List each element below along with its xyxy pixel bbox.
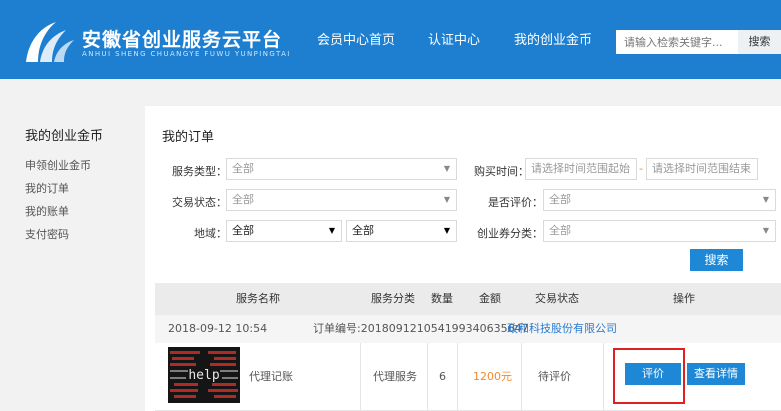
order-company-link[interactable]: 政和科技股份有限公司 [507,315,617,343]
brand-title: 安徽省创业服务云平台 [82,29,283,51]
buy-time-end-input[interactable]: 请选择时间范围结束 [646,158,758,180]
chevron-down-icon: ▼ [328,226,335,235]
col-amount: 金额 [479,292,501,305]
region-province-select[interactable]: 全部 ▼ [226,220,342,242]
col-trade-status: 交易状态 [535,292,579,305]
voucher-category-value: 全部 [549,224,571,237]
search-button[interactable]: 搜索 [738,30,781,54]
help-image-icon: help [168,347,240,403]
buy-time-label: 购买时间： [474,165,529,178]
order-number: 订单编号:201809121054199340635647 [313,322,529,335]
page-title: 我的订单 [162,130,215,145]
column-divider [427,343,428,411]
sidebar-title: 我的创业金币 [25,129,104,144]
column-divider [360,343,361,411]
evaluated-value: 全部 [549,193,571,206]
evaluate-highlight-box [613,348,685,404]
voucher-category-select[interactable]: 全部 ▼ [543,220,776,242]
buy-time-start-input[interactable]: 请选择时间范围起始 [525,158,637,180]
region-city-select[interactable]: 全部 ▼ [346,220,457,242]
column-divider [603,343,604,411]
col-service-name: 服务名称 [236,292,280,305]
sidebar-item-pay-password[interactable]: 支付密码 [25,226,69,242]
trade-status: 待评价 [538,370,571,383]
nav-my-coins[interactable]: 我的创业金币 [514,0,592,79]
service-quantity: 6 [439,370,446,383]
thumbnail-help-text: help [188,368,219,383]
table-header: 服务名称 服务分类 数量 金额 交易状态 操作 [155,283,781,315]
column-divider [521,343,522,411]
date-range-separator: - [639,162,643,175]
view-details-button[interactable]: 查看详情 [687,363,745,385]
trade-status-value: 全部 [232,193,254,206]
trade-status-select[interactable]: 全部 ▼ [226,189,457,211]
region-label: 地域： [194,227,227,240]
region-province-value: 全部 [232,224,254,237]
table-row: help 代理记账 代理服务 6 1200元 待评价 评价 查看详情 [155,343,781,411]
order-info-row: 2018-09-12 10:54 订单编号:201809121054199340… [155,315,781,343]
column-divider [457,343,458,411]
nav-certification[interactable]: 认证中心 [428,0,480,79]
brand-logo-icon [26,22,74,62]
order-date: 2018-09-12 10:54 [168,322,268,335]
col-quantity: 数量 [431,292,453,305]
chevron-down-icon: ▼ [443,226,450,235]
sidebar-item-claim-coins[interactable]: 申领创业金币 [25,157,91,173]
service-type-label: 服务类型： [172,165,227,178]
service-type-value: 全部 [232,162,254,175]
col-service-category: 服务分类 [371,292,415,305]
chevron-down-icon: ▼ [762,226,769,235]
region-city-value: 全部 [352,224,374,237]
col-actions: 操作 [673,292,695,305]
service-thumbnail: help [168,347,240,403]
chevron-down-icon: ▼ [443,164,450,173]
voucher-category-label: 创业券分类： [477,227,543,240]
service-amount: 1200元 [473,370,512,383]
service-category: 代理服务 [373,370,417,383]
sidebar-item-my-bills[interactable]: 我的账单 [25,203,69,219]
filter-search-button[interactable]: 搜索 [690,249,743,271]
nav-member-home[interactable]: 会员中心首页 [317,0,395,79]
search-input[interactable] [616,30,738,54]
service-name: 代理记账 [249,370,293,383]
orders-panel: 我的订单 服务类型： 全部 ▼ 购买时间： 请选择时间范围起始 - 请选择时间范… [145,106,781,411]
evaluated-label: 是否评价： [488,196,543,209]
sidebar-item-my-orders[interactable]: 我的订单 [25,180,69,196]
top-header: 安徽省创业服务云平台 ANHUI SHENG CHUANGYE FUWU YUN… [0,0,781,79]
evaluated-select[interactable]: 全部 ▼ [543,189,776,211]
trade-status-label: 交易状态： [172,196,227,209]
brand-subtitle: ANHUI SHENG CHUANGYE FUWU YUNPINGTAI [82,50,291,58]
service-type-select[interactable]: 全部 ▼ [226,158,457,180]
chevron-down-icon: ▼ [443,195,450,204]
chevron-down-icon: ▼ [762,195,769,204]
